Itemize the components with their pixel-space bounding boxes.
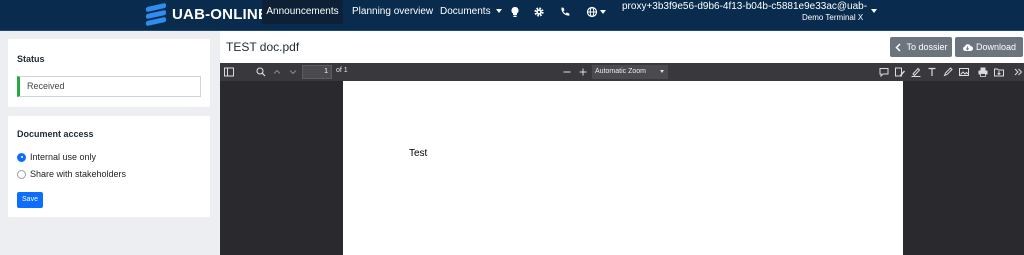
brand[interactable]: UAB-ONLINE: [146, 2, 269, 27]
document-access-title: Document access: [17, 129, 94, 139]
radio-internal-use[interactable]: Internal use only: [17, 152, 96, 162]
image-icon[interactable]: [958, 66, 970, 78]
nav-documents-label: Documents: [440, 6, 491, 17]
comment-icon[interactable]: [878, 66, 890, 78]
zoom-value: Automatic Zoom: [595, 68, 646, 75]
status-card: Status Received: [8, 39, 210, 107]
download-label: Download: [975, 42, 1017, 52]
tools-menu-icon[interactable]: [1012, 66, 1024, 78]
search-icon[interactable]: [255, 66, 267, 78]
next-page-icon[interactable]: [287, 66, 299, 78]
draw-icon[interactable]: [942, 66, 954, 78]
phone-icon[interactable]: [559, 6, 571, 18]
radio-checked-icon[interactable]: [17, 152, 26, 162]
sidebar-toggle-icon[interactable]: [223, 66, 235, 78]
lightbulb-icon[interactable]: [509, 6, 521, 18]
brand-name: UAB-ONLINE: [172, 5, 269, 23]
zoom-out-icon[interactable]: [561, 66, 573, 78]
top-navbar: UAB-ONLINE Announcements Planning overvi…: [0, 0, 1024, 31]
radio-unchecked-icon[interactable]: [17, 169, 26, 179]
edit-text-icon[interactable]: [894, 66, 906, 78]
document-access-card: Document access Internal use only Share …: [8, 116, 210, 217]
user-email[interactable]: proxy+3b3f9e56-d9b6-4f13-b04b-c5881e9e33…: [622, 1, 867, 12]
gear-icon[interactable]: [533, 6, 545, 18]
nav-documents-dropdown[interactable]: Documents: [440, 0, 502, 24]
zoom-select[interactable]: Automatic Zoom: [592, 65, 668, 79]
document-title: TEST doc.pdf: [226, 40, 300, 54]
document-header: TEST doc.pdf To dossier Download: [220, 31, 1024, 63]
print-icon[interactable]: [977, 66, 989, 78]
status-value: Received: [17, 76, 201, 97]
previous-page-icon[interactable]: [271, 66, 283, 78]
pdf-toolbar: 1 of 1 Automatic Zoom: [220, 63, 1024, 81]
brand-logo-icon: [146, 2, 166, 27]
radio-share-stakeholders-label: Share with stakeholders: [30, 169, 127, 179]
chevron-down-icon: [495, 9, 502, 14]
radio-share-stakeholders[interactable]: Share with stakeholders: [17, 169, 126, 179]
cloud-download-icon: [963, 43, 973, 51]
save-pdf-icon[interactable]: [993, 66, 1005, 78]
terminal-name: Demo Terminal X: [802, 13, 864, 22]
radio-internal-use-label: Internal use only: [30, 152, 97, 162]
user-menu-chevron-icon[interactable]: [871, 9, 877, 13]
zoom-in-icon[interactable]: [577, 66, 589, 78]
pdf-page-text: Test: [409, 148, 428, 159]
status-title: Status: [17, 54, 45, 64]
chevron-down-icon: [600, 10, 606, 14]
to-dossier-button[interactable]: To dossier: [890, 37, 952, 57]
download-button[interactable]: Download: [955, 37, 1023, 57]
save-button[interactable]: Save: [17, 192, 43, 208]
language-dropdown[interactable]: [586, 6, 606, 18]
page-count: of 1: [336, 67, 348, 74]
nav-planning-overview[interactable]: Planning overview: [352, 0, 433, 24]
page-number-input[interactable]: 1: [302, 65, 332, 79]
chevron-down-icon: [660, 70, 664, 73]
globe-icon: [586, 6, 598, 18]
pdf-page: Test: [343, 81, 903, 255]
highlight-icon[interactable]: [910, 66, 922, 78]
to-dossier-label: To dossier: [906, 42, 948, 52]
nav-announcements[interactable]: Announcements: [262, 0, 343, 24]
chevron-left-icon: [895, 42, 902, 52]
text-tool-icon[interactable]: [926, 66, 938, 78]
